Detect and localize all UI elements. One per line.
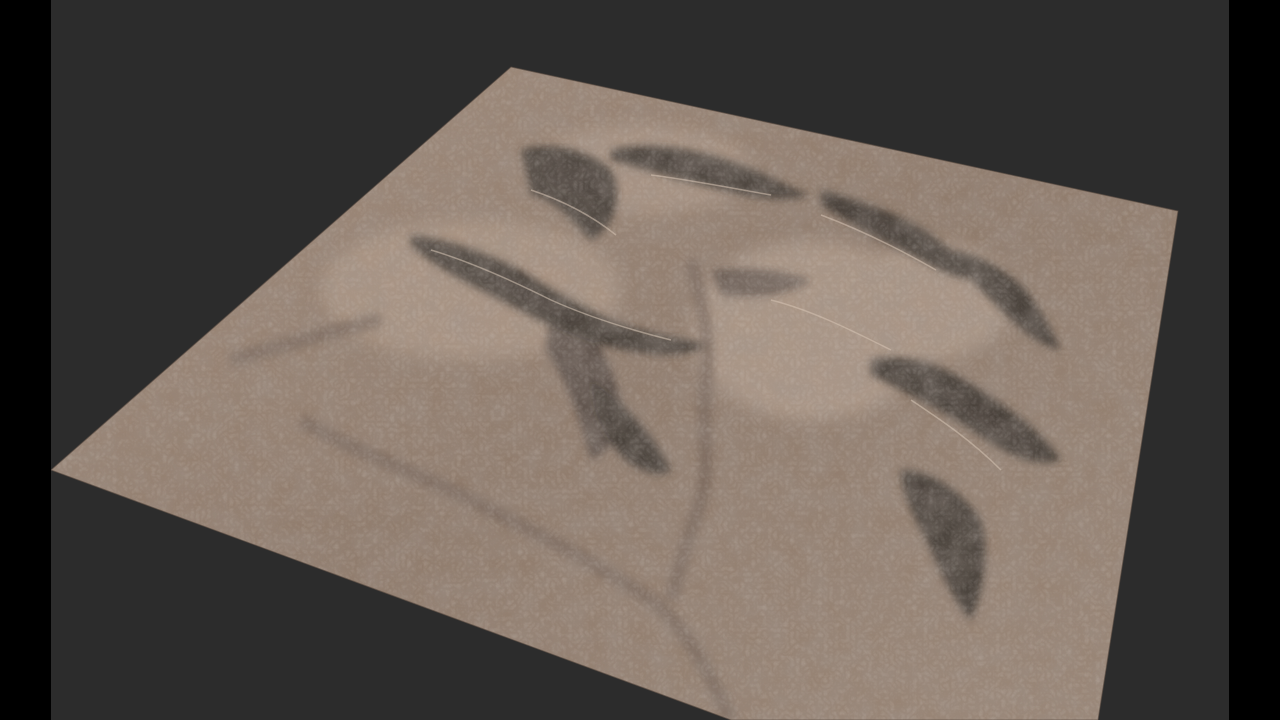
3d-viewport[interactable] [51, 0, 1229, 720]
video-frame [0, 0, 1280, 720]
terrain-render [51, 66, 1179, 720]
